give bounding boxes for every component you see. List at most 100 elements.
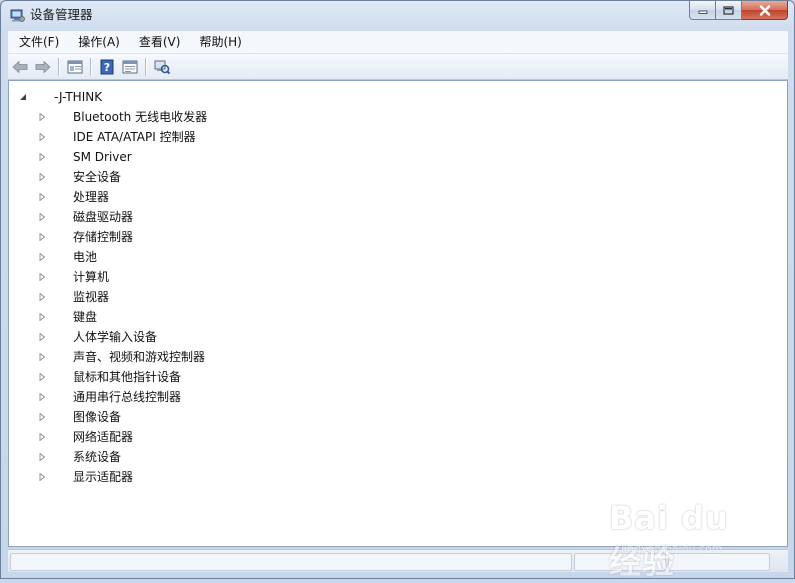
toolbar-separator: [58, 57, 59, 76]
device-category-node[interactable]: 通用串行总线控制器: [38, 387, 181, 407]
tree-root-label: -J-THINK: [54, 90, 103, 104]
device-category-label: 存储控制器: [73, 230, 134, 244]
menu-help[interactable]: 帮助(H): [191, 31, 249, 53]
properties-button[interactable]: [118, 56, 141, 77]
device-category-label: 电池: [73, 250, 98, 264]
collapsed-arrow-icon[interactable]: [38, 453, 46, 461]
collapsed-arrow-icon[interactable]: [38, 293, 46, 301]
expanded-arrow-icon[interactable]: [19, 93, 27, 101]
collapsed-arrow-icon[interactable]: [38, 133, 46, 141]
device-category-label: 系统设备: [73, 450, 122, 464]
device-category-label: 安全设备: [73, 170, 122, 184]
collapsed-arrow-icon[interactable]: [38, 253, 46, 261]
monitor-icon: [52, 289, 68, 305]
toolbar-separator: [145, 57, 146, 76]
device-category-node[interactable]: 显示适配器: [38, 467, 133, 487]
watermark-url: jingyan.baidu.com: [621, 542, 723, 555]
console-tree-icon: [67, 60, 82, 73]
collapsed-arrow-icon[interactable]: [38, 313, 46, 321]
device-category-node[interactable]: 网络适配器: [38, 427, 133, 447]
status-pane-main: [10, 553, 572, 571]
device-category-node[interactable]: 计算机: [38, 267, 109, 287]
hid-icon: [52, 329, 68, 345]
device-category-node[interactable]: 鼠标和其他指针设备: [38, 367, 181, 387]
device-category-node[interactable]: 电池: [38, 247, 97, 267]
system-device-icon: [52, 449, 68, 465]
device-category-node[interactable]: 声音、视频和游戏控制器: [38, 347, 205, 367]
usb-icon: [52, 389, 68, 405]
maximize-icon: [723, 5, 734, 15]
device-category-node[interactable]: 图像设备: [38, 407, 121, 427]
collapsed-arrow-icon[interactable]: [38, 373, 46, 381]
mouse-icon: [52, 369, 68, 385]
back-button[interactable]: [8, 56, 31, 77]
collapsed-arrow-icon[interactable]: [38, 213, 46, 221]
computer-root-icon: [33, 89, 49, 105]
device-category-node[interactable]: IDE ATA/ATAPI 控制器: [38, 127, 196, 147]
device-category-node[interactable]: 监视器: [38, 287, 109, 307]
device-category-label: 磁盘驱动器: [73, 210, 134, 224]
baidu-watermark: Bai du 经验 jingyan.baidu.com: [609, 499, 759, 581]
device-category-node[interactable]: 存储控制器: [38, 227, 133, 247]
menu-file[interactable]: 文件(F): [11, 31, 67, 53]
device-category-label: 监视器: [73, 290, 110, 304]
storage-controller-icon: [52, 229, 68, 245]
collapsed-arrow-icon[interactable]: [38, 153, 46, 161]
device-category-label: 键盘: [73, 310, 98, 324]
device-category-node[interactable]: 处理器: [38, 187, 109, 207]
bluetooth-icon: [52, 109, 68, 125]
device-category-node[interactable]: Bluetooth 无线电收发器: [38, 107, 207, 127]
close-button[interactable]: [742, 1, 788, 20]
close-icon: [759, 4, 770, 16]
network-adapter-icon: [52, 429, 68, 445]
collapsed-arrow-icon[interactable]: [38, 433, 46, 441]
collapsed-arrow-icon[interactable]: [38, 113, 46, 121]
collapsed-arrow-icon[interactable]: [38, 193, 46, 201]
toolbar-separator: [90, 57, 91, 76]
collapsed-arrow-icon[interactable]: [38, 413, 46, 421]
watermark-text: Bai du 经验: [609, 499, 729, 581]
device-category-node[interactable]: 安全设备: [38, 167, 121, 187]
collapsed-arrow-icon[interactable]: [38, 233, 46, 241]
display-adapter-icon: [52, 469, 68, 485]
device-category-label: 鼠标和其他指针设备: [73, 370, 182, 384]
collapsed-arrow-icon[interactable]: [38, 333, 46, 341]
device-category-label: 计算机: [73, 270, 110, 284]
scan-hardware-changes-button[interactable]: [150, 56, 173, 77]
forward-button[interactable]: [31, 56, 54, 77]
minimize-button[interactable]: [689, 1, 716, 20]
collapsed-arrow-icon[interactable]: [38, 173, 46, 181]
tree-root-node[interactable]: -J-THINK: [19, 87, 102, 107]
show-hide-console-tree-button[interactable]: [63, 56, 86, 77]
device-category-node[interactable]: 磁盘驱动器: [38, 207, 133, 227]
device-category-label: SM Driver: [73, 150, 132, 164]
back-arrow-icon: [11, 60, 27, 73]
device-category-node[interactable]: 人体学输入设备: [38, 327, 157, 347]
scanner-icon: [52, 409, 68, 425]
window-title: 设备管理器: [30, 7, 93, 22]
device-category-label: 显示适配器: [73, 470, 134, 484]
device-manager-window: 设备管理器 文件(F) 操作(A) 查看(V) 帮助(H) ? -J-THINK…: [0, 0, 795, 581]
device-category-node[interactable]: 键盘: [38, 307, 97, 327]
keyboard-icon: [52, 309, 68, 325]
menu-action[interactable]: 操作(A): [70, 31, 128, 53]
battery-icon: [52, 249, 68, 265]
collapsed-arrow-icon[interactable]: [38, 473, 46, 481]
maximize-button[interactable]: [716, 1, 742, 20]
title-bar[interactable]: 设备管理器: [1, 1, 794, 31]
caption-buttons: [689, 1, 788, 21]
processor-chip-icon: [52, 189, 68, 205]
help-button[interactable]: ?: [95, 56, 118, 77]
device-category-label: 声音、视频和游戏控制器: [73, 350, 206, 364]
computer-icon: [52, 149, 68, 165]
collapsed-arrow-icon[interactable]: [38, 393, 46, 401]
device-category-label: Bluetooth 无线电收发器: [73, 110, 208, 124]
speaker-icon: [52, 349, 68, 365]
collapsed-arrow-icon[interactable]: [38, 353, 46, 361]
collapsed-arrow-icon[interactable]: [38, 273, 46, 281]
device-category-node[interactable]: 系统设备: [38, 447, 121, 467]
menu-view[interactable]: 查看(V): [131, 31, 189, 53]
device-category-label: 人体学输入设备: [73, 330, 158, 344]
device-category-node[interactable]: SM Driver: [38, 147, 132, 167]
device-tree-panel: -J-THINK Bluetooth 无线电收发器 IDE ATA/ATAPI 控制…: [8, 80, 788, 547]
